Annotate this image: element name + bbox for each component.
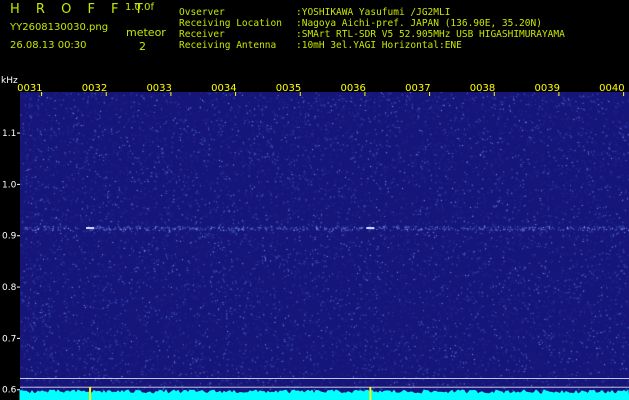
spectrogram-overlay: kHz 0031 0032 0033 0034 0035 0036 0037 0038 0039… [1,76,629,400]
time-tick-label: 0039 [534,83,559,94]
info-value: :YOSHIKAWA Yasufumi /JG2MLI [296,7,451,18]
meteor-echo [366,227,375,230]
time-tick-label: 0032 [82,83,107,94]
time-tick-label: 0036 [340,83,365,94]
time-tick-label: 0031 [17,83,42,94]
header: H R O F F T 1.0.0f YY2608130030.png 26.0… [0,0,629,75]
time-tick-label: 0038 [470,83,495,94]
info-key: Ovserver [179,7,225,18]
info-row-location: Receiving Location :Nagoya Aichi-pref. JA… [179,19,542,29]
info-value: :Nagoya Aichi-pref. JAPAN (136.90E, 35.2… [296,18,542,29]
info-key: Receiving Location [179,18,282,29]
freq-tick-label: 1.0 [2,180,17,190]
filename-label: YY2608130030.png [10,22,109,33]
info-row-receiver: Receiver :SMArt RTL-SDR V5 52.905MHz USB … [179,30,565,40]
freq-tick-label: 1.1 [2,129,16,139]
meteor-count: 2 [139,40,146,53]
info-key: Receiver [179,29,225,40]
freq-tick-label: 0.9 [2,232,17,242]
power-trace [19,389,629,400]
info-key: Receiving Antenna [179,40,277,51]
version-label: 1.0.0f [125,2,154,13]
time-tick-label: 0035 [276,83,301,94]
spectrogram-panel: kHz 0031 0032 0033 0034 0035 0036 0037 0038 0039… [0,75,629,400]
info-row-antenna: Receiving Antenna :10mH 3el.YAGI Horizont… [179,41,462,51]
info-row-observer: Ovserver :YOSHIKAWA Yasufumi /JG2MLI [179,8,450,18]
y-axis-unit-label: kHz [1,76,18,86]
freq-tick-label: 0.7 [2,334,16,344]
time-tick-label: 0033 [146,83,171,94]
time-tick-label: 0037 [405,83,430,94]
meteor-label: meteor [126,26,166,39]
time-tick-label: 0034 [211,83,236,94]
info-value: :10mH 3el.YAGI Horizontal:ENE [296,40,462,51]
info-value: :SMArt RTL-SDR V5 52.905MHz USB HIGASHIM… [296,29,565,40]
freq-tick-label: 0.6 [2,386,17,396]
time-tick-label: 0040 [599,83,624,94]
datetime-label: 26.08.13 00:30 [10,40,87,51]
meteor-echo [86,227,95,230]
freq-tick-label: 0.8 [2,283,17,293]
